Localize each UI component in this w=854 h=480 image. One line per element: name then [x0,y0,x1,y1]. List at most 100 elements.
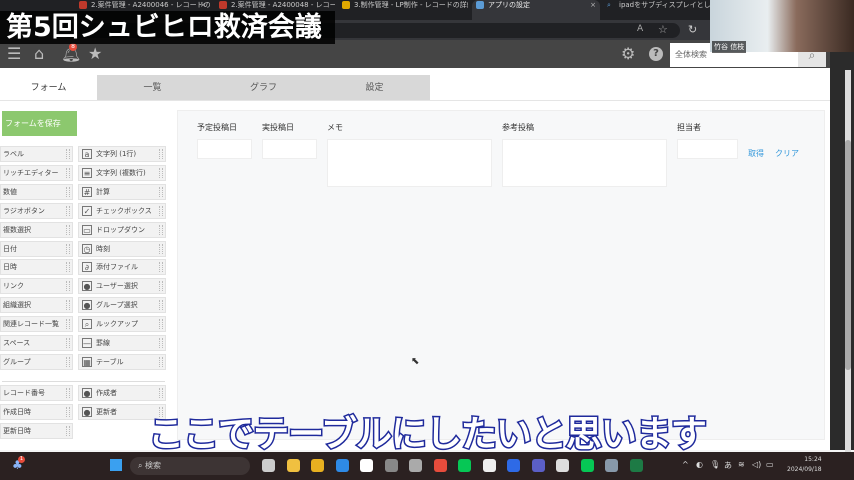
refresh-icon[interactable]: ↻ [688,23,697,36]
palette-item[interactable]: ✓ チェックボックス [78,202,166,219]
taskbar-app-icon[interactable] [286,459,300,472]
palette-item[interactable]: 日時 [0,259,73,276]
palette-item[interactable]: ▦ テーブル [78,353,166,370]
star-icon[interactable]: ★ [88,40,102,68]
drag-handle-icon[interactable] [159,338,163,348]
windows-start-icon[interactable] [110,459,122,471]
taskbar-app-icon[interactable] [629,459,643,472]
browser-tab-active[interactable]: アプリの設定 × [472,0,600,20]
palette-item[interactable]: a 文字列 (1行) [78,146,166,162]
palette-item[interactable]: グループ [0,353,73,370]
gear-icon[interactable]: ⚙ [621,40,635,68]
drag-handle-icon[interactable] [159,205,163,216]
reference-post-field[interactable] [502,139,667,187]
system-tray-icon[interactable]: ▭ [766,460,774,469]
drag-handle-icon[interactable] [66,356,70,367]
scrollbar[interactable] [830,40,854,460]
palette-item[interactable]: 複数選択 [0,221,73,238]
memo-field[interactable] [327,139,492,187]
palette-item[interactable]: 数値 [0,183,73,200]
drag-handle-icon[interactable] [66,243,70,254]
drag-handle-icon[interactable] [66,319,70,330]
drag-handle-icon[interactable] [66,388,70,398]
palette-item[interactable]: 日付 [0,240,73,257]
taskbar-app-icon[interactable] [458,459,471,472]
drag-handle-icon[interactable] [66,205,70,216]
system-tray-icon[interactable]: ≋ [738,460,745,469]
drag-handle-icon[interactable] [159,300,163,311]
scheduled-date-field[interactable] [197,139,252,159]
tab-list[interactable]: 一覧 [97,75,208,101]
close-icon[interactable]: × [590,0,596,10]
system-tray-icon[interactable]: あ [724,460,732,471]
taskbar-app-icon[interactable] [605,459,618,472]
lookup-clear-link[interactable]: クリア [775,148,799,159]
palette-item[interactable]: ∂ 添付ファイル [78,259,166,276]
palette-item[interactable]: ◷ 時刻 [78,240,166,257]
palette-item[interactable]: ● ユーザー選択 [78,278,166,295]
lookup-get-link[interactable]: 取得 [748,148,764,159]
form-canvas[interactable] [177,110,825,440]
taskbar-app-icon[interactable] [556,459,569,472]
tab-form[interactable]: フォーム [0,75,97,101]
drag-handle-icon[interactable] [159,224,163,235]
palette-item[interactable]: ラベル [0,146,73,162]
system-tray-icon[interactable]: ◁) [752,460,761,469]
palette-item[interactable]: 関連レコード一覧 [0,316,73,333]
taskbar-app-icon[interactable] [433,459,447,472]
drag-handle-icon[interactable] [159,167,163,178]
drag-handle-icon[interactable] [159,388,163,398]
palette-item[interactable]: ● 作成者 [78,385,166,401]
drag-handle-icon[interactable] [159,319,163,330]
palette-item[interactable]: ● グループ選択 [78,297,166,314]
star-icon[interactable]: ☆ [658,23,668,36]
tab-graph[interactable]: グラフ [208,75,319,101]
tab-settings[interactable]: 設定 [319,75,430,101]
drag-handle-icon[interactable] [159,149,163,159]
clock[interactable]: 15:24 2024/09/18 [787,455,822,475]
drag-handle-icon[interactable] [66,262,70,273]
drag-handle-icon[interactable] [159,243,163,254]
drag-handle-icon[interactable] [66,338,70,348]
palette-item[interactable]: レコード番号 [0,385,73,401]
taskbar-app-icon[interactable] [262,459,275,472]
system-tray-icon[interactable]: ◐ [696,460,703,469]
system-tray-icon[interactable]: ^ [682,460,689,469]
help-icon[interactable]: ? [649,47,663,61]
taskbar-app-icon[interactable] [580,459,594,472]
menu-icon[interactable]: ☰ [7,40,21,68]
palette-item[interactable]: リッチエディター [0,164,73,181]
browser-tab[interactable]: 3.制作管理 - LP制作 - レコードの詳細 [338,0,468,20]
drag-handle-icon[interactable] [66,186,70,197]
drag-handle-icon[interactable] [159,356,163,367]
system-tray-icon[interactable]: 🎙︎ [710,460,720,469]
taskbar-app-icon[interactable] [507,459,520,472]
palette-item[interactable]: スペース [0,335,73,351]
drag-handle-icon[interactable] [66,149,70,159]
read-aloud-icon[interactable]: A [637,24,643,34]
palette-item[interactable]: 組織選択 [0,297,73,314]
home-icon[interactable]: ⌂ [34,40,44,68]
drag-handle-icon[interactable] [66,300,70,311]
drag-handle-icon[interactable] [159,186,163,197]
palette-item[interactable]: ≡ 文字列 (複数行) [78,164,166,181]
drag-handle-icon[interactable] [159,281,163,292]
palette-item[interactable]: ▭ ドロップダウン [78,221,166,238]
taskbar-app-icon[interactable] [531,459,545,472]
taskbar-app-icon[interactable] [482,459,496,472]
palette-item[interactable]: ラジオボタン [0,202,73,219]
taskbar-app-icon[interactable] [311,459,324,472]
palette-item[interactable]: # 計算 [78,183,166,200]
drag-handle-icon[interactable] [66,281,70,292]
drag-handle-icon[interactable] [159,262,163,273]
scrollbar-thumb[interactable] [845,140,851,370]
taskbar-search[interactable]: ⌕ 検索 [130,457,250,475]
drag-handle-icon[interactable] [66,167,70,178]
browser-tab[interactable]: ⌕ipadをサブディスプレイとして使う win [603,0,713,20]
taskbar-app-icon[interactable] [409,459,422,472]
save-form-button[interactable]: フォームを保存 [2,111,77,136]
taskbar-app-icon[interactable] [335,459,349,472]
actual-date-field[interactable] [262,139,317,159]
palette-item[interactable]: ⌕ ルックアップ [78,316,166,333]
taskbar-app-icon[interactable] [384,459,398,472]
